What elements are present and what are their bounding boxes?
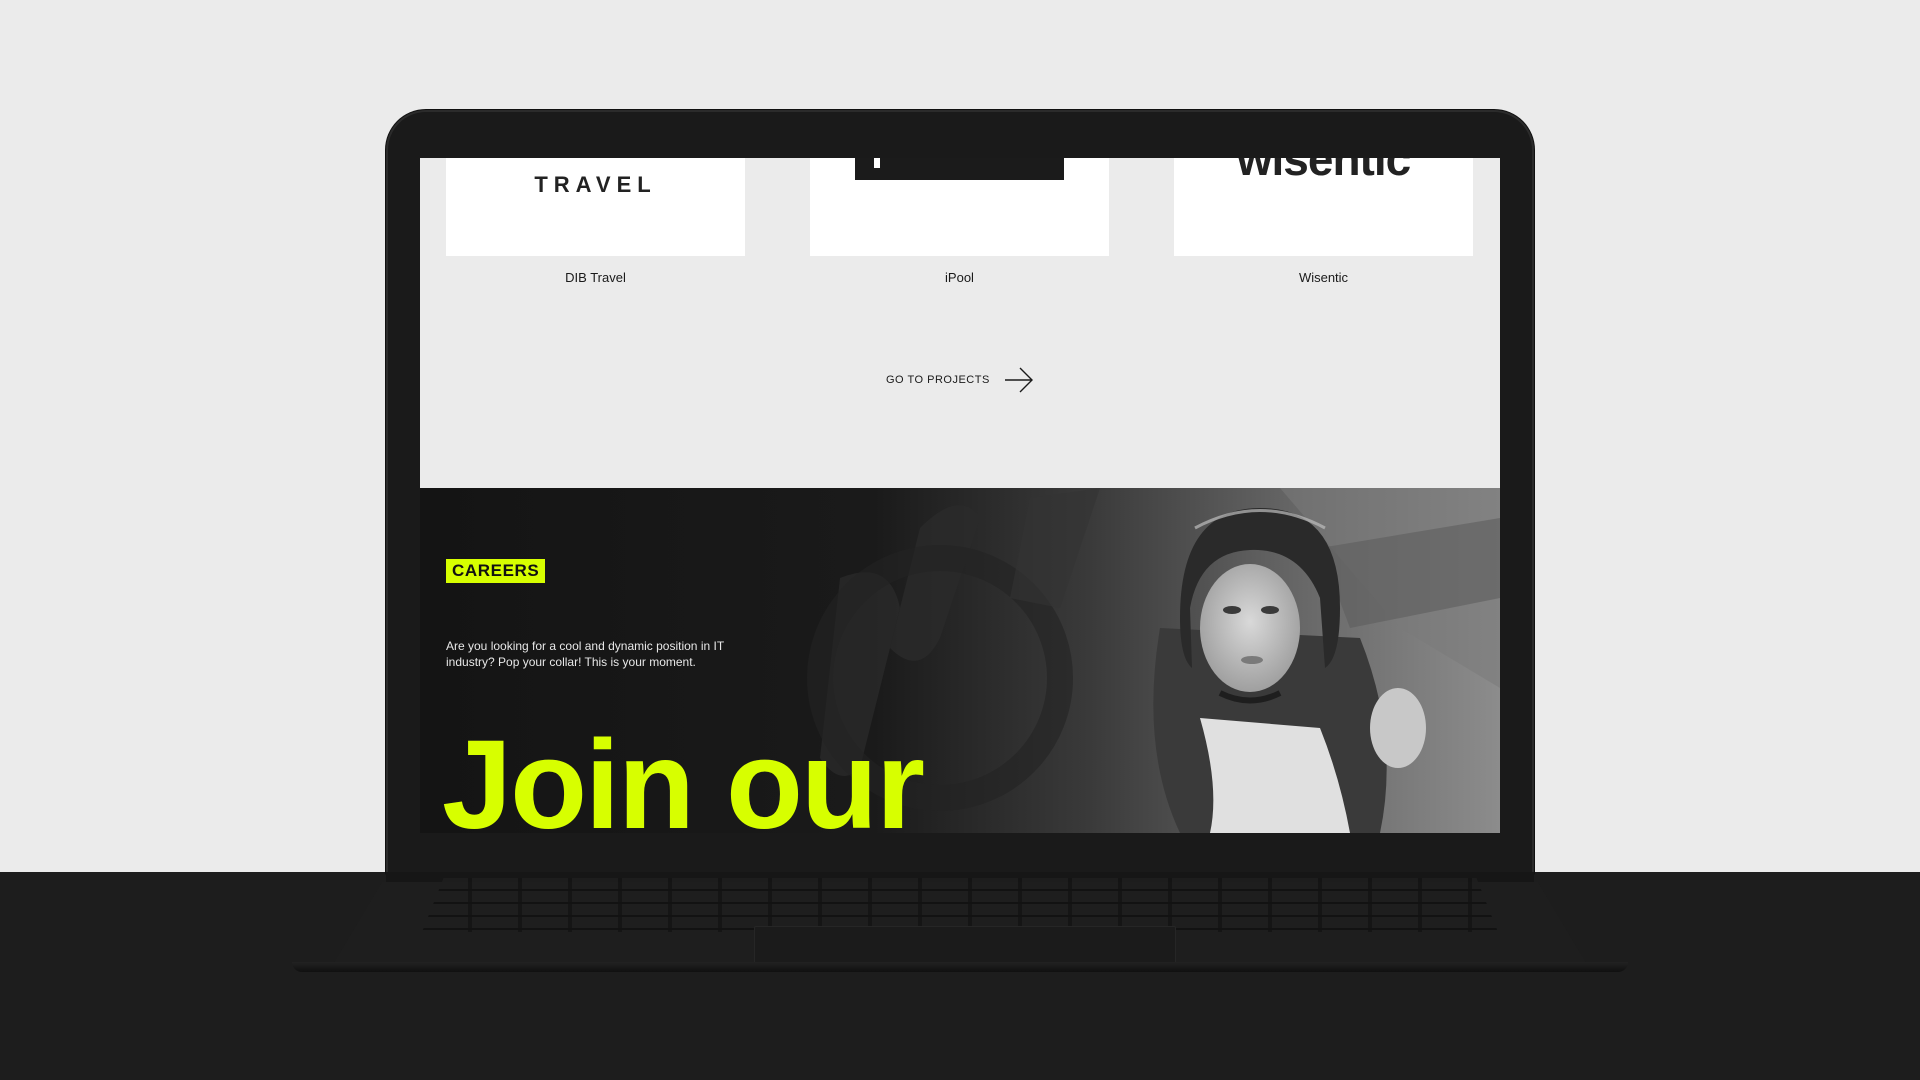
arrow-right-icon: [1004, 367, 1033, 393]
laptop-base-edge: [292, 962, 1628, 972]
project-name: Wisentic: [1298, 270, 1349, 285]
careers-heading: Join our: [442, 714, 925, 834]
keyboard-rows: [422, 878, 1498, 932]
careers-badge: CAREERS: [446, 559, 546, 583]
ipool-logo-mark: [874, 158, 880, 168]
project-name: DIB Travel: [565, 270, 626, 285]
careers-section: CAREERS Are you looking for a cool and d…: [420, 488, 1500, 833]
go-to-projects-label: GO TO PROJECTS: [886, 374, 990, 386]
project-card-ipool[interactable]: iPool: [810, 158, 1109, 285]
go-to-projects-link[interactable]: GO TO PROJECTS: [886, 366, 1034, 394]
dib-logo-text: TRAVEL: [534, 172, 657, 197]
laptop-screen: TRAVEL DIB Travel iPool wisentic Wisenti…: [420, 158, 1500, 833]
project-logo-dib-travel[interactable]: TRAVEL: [446, 158, 745, 256]
dib-logo-glyph: [534, 158, 654, 170]
project-logo-ipool[interactable]: [810, 158, 1109, 256]
project-card-wisentic[interactable]: wisentic Wisentic: [1174, 158, 1473, 285]
careers-description: Are you looking for a cool and dynamic p…: [446, 639, 724, 669]
project-logo-wisentic[interactable]: wisentic: [1174, 158, 1473, 256]
project-name: iPool: [945, 270, 974, 285]
project-card-dib-travel[interactable]: TRAVEL DIB Travel: [446, 158, 745, 285]
ipool-logo: [855, 158, 1064, 180]
wisentic-logo-text: wisentic: [1236, 158, 1412, 185]
laptop-base: [292, 872, 1628, 972]
projects-section: TRAVEL DIB Travel iPool wisentic Wisenti…: [420, 158, 1500, 488]
